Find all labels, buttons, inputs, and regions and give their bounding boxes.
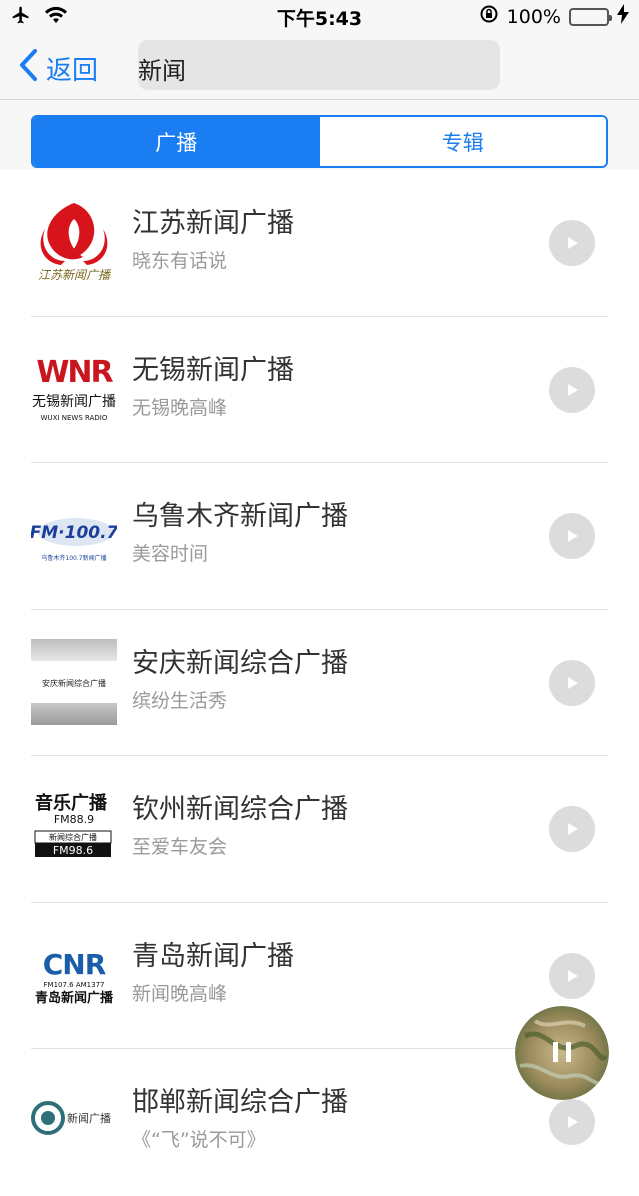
play-icon [568,383,578,396]
station-subtitle: 无锡晚高峰 [132,396,228,419]
play-button[interactable] [549,220,595,266]
status-right: 100% [479,4,629,29]
list-item[interactable]: 江苏新闻广播 江苏新闻广播 晓东有话说 [0,170,639,317]
station-title: 安庆新闻综合广播 [132,647,348,679]
play-button[interactable] [549,806,595,852]
logo-text-en: WUXI NEWS RADIO [41,414,108,422]
list-item[interactable]: 安庆新闻综合广播 安庆新闻综合广播 缤纷生活秀 [0,610,639,756]
mini-player[interactable] [515,1006,609,1100]
charging-icon [617,4,629,29]
station-logo: WNR 无锡新闻广播 WUXI NEWS RADIO [31,345,117,432]
rotation-lock-icon [479,4,499,29]
logo-freq2: FM98.6 [53,844,93,857]
station-logo: FM·100.7 乌鲁木齐100.7新闻广播 [31,492,117,578]
station-subtitle: 缤纷生活秀 [132,689,228,712]
battery-icon [569,7,612,26]
logo-mark: WNR [36,355,113,390]
logo-text: 青岛新闻广播 [35,990,114,1006]
station-title: 青岛新闻广播 [132,940,294,972]
station-title: 无锡新闻广播 [132,354,294,386]
back-label: 返回 [46,56,99,86]
station-logo: 安庆新闻综合广播 [31,638,117,725]
station-subtitle: 晓东有话说 [132,250,228,272]
logo-text: 安庆新闻综合广播 [42,678,106,688]
station-subtitle: 新闻晚高峰 [132,982,228,1005]
station-subtitle: 至爱车友会 [132,836,228,858]
station-title: 江苏新闻广播 [132,208,294,239]
logo-freq: FM107.6 AM1377 [44,981,105,989]
logo-text: 无锡新闻广播 [32,394,116,410]
station-subtitle: 《“飞”说不可》 [132,1129,266,1151]
station-title: 乌鲁木齐新闻广播 [132,501,348,532]
segment-area: 广播 专辑 [0,100,639,170]
station-logo: 江苏新闻广播 [31,199,117,285]
play-button[interactable] [549,1099,595,1145]
play-icon [568,1116,578,1128]
status-bar: 下午5:43 100% [0,0,639,34]
play-button[interactable] [549,366,595,413]
logo-freq1: FM88.9 [54,813,94,826]
play-button[interactable] [549,659,595,706]
chevron-left-icon [18,48,38,89]
list-item[interactable]: WNR 无锡新闻广播 WUXI NEWS RADIO 无锡新闻广播 无锡晚高峰 [0,317,639,463]
logo-text: FM·100.7 [31,523,117,543]
nav-bar: 返回 新闻 [0,34,639,100]
battery-percent: 100% [506,5,561,28]
tab-album[interactable]: 专辑 [319,117,606,166]
list-item[interactable]: FM·100.7 乌鲁木齐100.7新闻广播 乌鲁木齐新闻广播 美容时间 [0,463,639,610]
play-icon [568,823,578,835]
logo-mark: CNR [43,948,106,981]
logo-text: 新闻广播 [67,1111,111,1125]
list-item[interactable]: 音乐广播 FM88.9 新闻综合广播 FM98.6 钦州新闻综合广播 至爱车友会 [0,756,639,903]
play-icon [568,237,578,249]
logo-text: 音乐广播 [35,792,108,814]
station-logo: 音乐广播 FM88.9 新闻综合广播 FM98.6 [31,785,117,871]
logo-text: 江苏新闻广播 [38,268,112,282]
play-button[interactable] [549,513,595,559]
station-logo: CNR FM107.6 AM1377 青岛新闻广播 [31,931,117,1018]
logo-sub: 乌鲁木齐100.7新闻广播 [41,554,106,562]
station-title: 邯郸新闻综合广播 [132,1087,348,1118]
logo-text2: 新闻综合广播 [49,832,97,842]
station-logo: 新闻广播 [31,1078,117,1164]
search-input[interactable]: 新闻 [138,40,500,90]
station-subtitle: 美容时间 [132,543,209,565]
tab-broadcast[interactable]: 广播 [33,117,320,166]
search-input-value: 新闻 [138,57,186,85]
play-button[interactable] [549,952,595,999]
back-button[interactable]: 返回 [18,48,98,89]
play-icon [568,969,578,982]
segmented-control: 广播 专辑 [31,115,608,168]
play-icon [568,530,578,542]
play-icon [568,676,578,689]
station-title: 钦州新闻综合广播 [132,794,348,825]
